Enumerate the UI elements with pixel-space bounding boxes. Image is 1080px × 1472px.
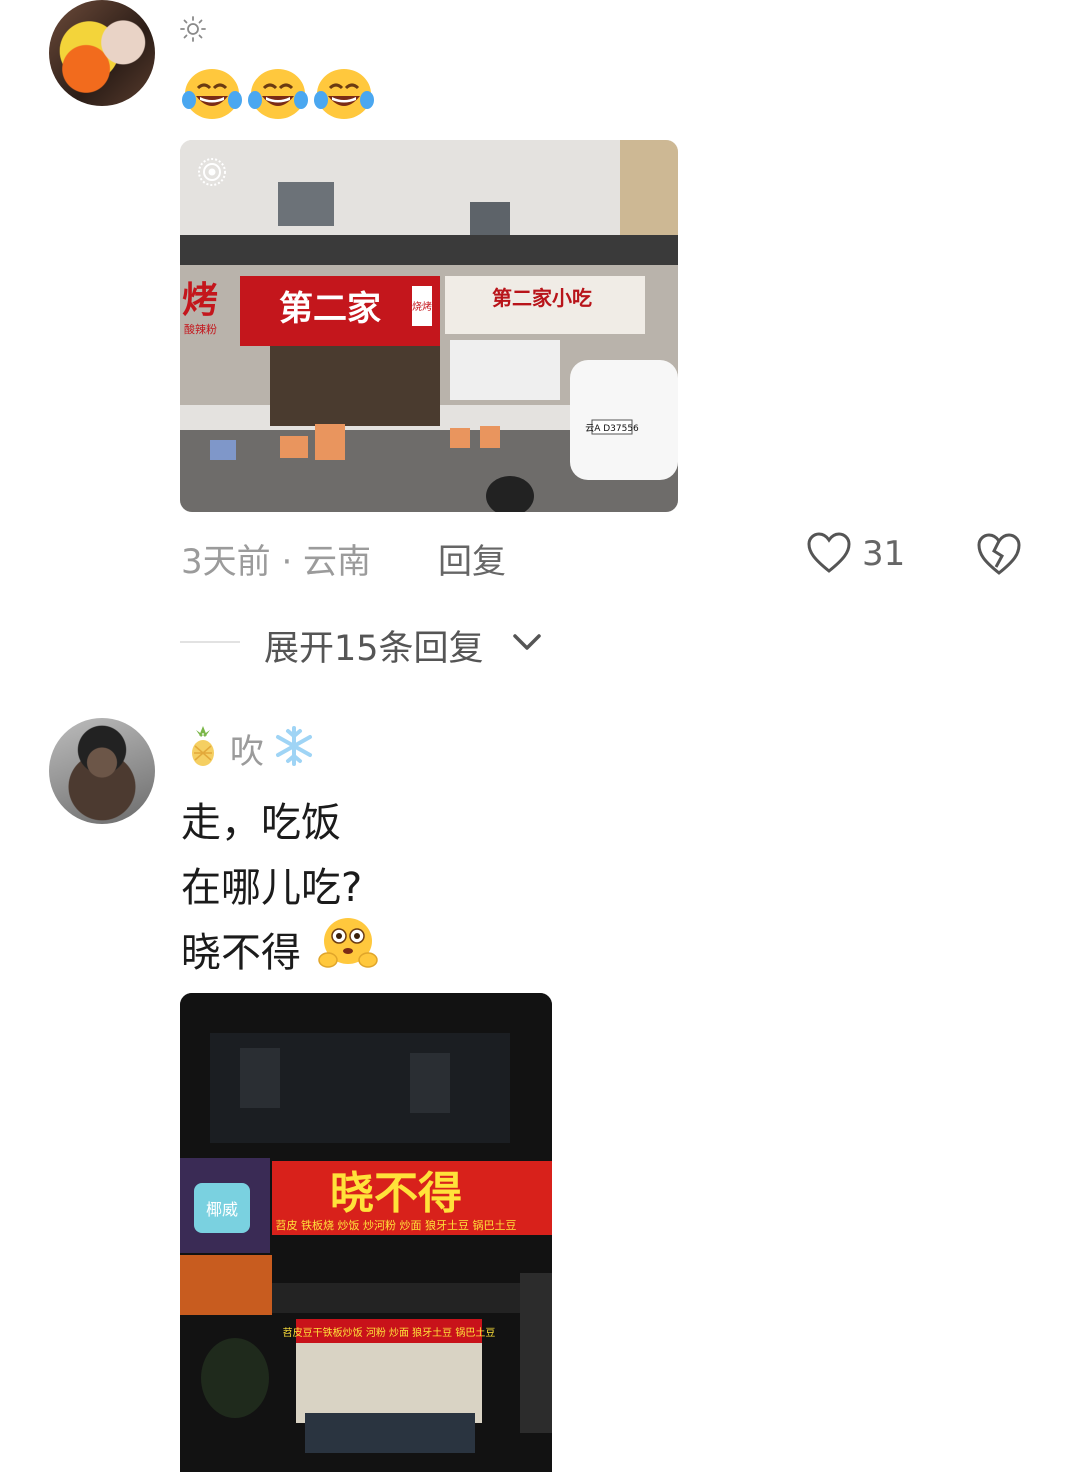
divider bbox=[180, 641, 240, 643]
like-count: 31 bbox=[862, 534, 906, 574]
user-avatar[interactable] bbox=[49, 718, 155, 824]
comment-text-line: 晓不得 bbox=[181, 930, 301, 976]
shop-street-photo: 第二家 烧烤 第二家小吃 烤 酸辣粉 云A D37556 bbox=[180, 140, 678, 512]
flushed-face-icon bbox=[318, 918, 378, 968]
chevron-down-icon[interactable] bbox=[511, 630, 543, 654]
laugh-cry-icon bbox=[182, 69, 242, 119]
sun-icon bbox=[180, 16, 206, 42]
heart-icon[interactable] bbox=[806, 531, 852, 575]
shop-sign-right: 第二家小吃 bbox=[492, 286, 592, 310]
broken-heart-icon[interactable] bbox=[975, 531, 1023, 577]
snowflake-icon bbox=[276, 726, 312, 766]
shop-sign-main: 第二家 bbox=[279, 289, 381, 329]
reply-button[interactable]: 回复 bbox=[438, 534, 506, 583]
user-avatar[interactable] bbox=[49, 0, 155, 106]
comment-text-line: 在哪儿吃? bbox=[181, 865, 363, 911]
car-plate: 云A D37556 bbox=[585, 424, 639, 434]
shop-sign-sub: 苕皮 铁板烧 炒饭 炒河粉 炒面 狼牙土豆 锅巴土豆 bbox=[276, 1218, 517, 1232]
shop-sign-main: 晓不得 bbox=[330, 1168, 462, 1219]
expand-replies-button[interactable]: 展开15条回复 bbox=[264, 620, 484, 671]
comment-photo[interactable]: 椰威 晓不得 苕皮 铁板烧 炒饭 炒河粉 炒面 狼牙土豆 锅巴土豆 苕皮豆干铁板… bbox=[180, 993, 552, 1472]
emoji-row bbox=[180, 64, 376, 122]
left-shop-sign: 椰威 bbox=[206, 1200, 238, 1219]
laugh-cry-icon bbox=[314, 69, 374, 119]
shop-sign-side: 烧烤 bbox=[412, 300, 432, 313]
pineapple-icon bbox=[192, 726, 214, 766]
shop-sign-left: 烤 bbox=[182, 280, 218, 321]
username[interactable]: 吹 bbox=[230, 724, 264, 773]
night-shop-photo: 椰威 晓不得 苕皮 铁板烧 炒饭 炒河粉 炒面 狼牙土豆 锅巴土豆 苕皮豆干铁板… bbox=[180, 993, 552, 1472]
comment-photo[interactable]: 第二家 烧烤 第二家小吃 烤 酸辣粉 云A D37556 bbox=[180, 140, 678, 512]
comment-text-line: 走，吃饭 bbox=[181, 800, 341, 846]
shop-sign-left-small: 酸辣粉 bbox=[184, 322, 217, 336]
shop-sign-lower: 苕皮豆干铁板炒饭 河粉 炒面 狼牙土豆 锅巴土豆 bbox=[283, 1326, 496, 1339]
laugh-cry-icon bbox=[248, 69, 308, 119]
live-photo-icon bbox=[198, 158, 226, 186]
comment-time-location: 3天前 · 云南 bbox=[181, 542, 372, 582]
